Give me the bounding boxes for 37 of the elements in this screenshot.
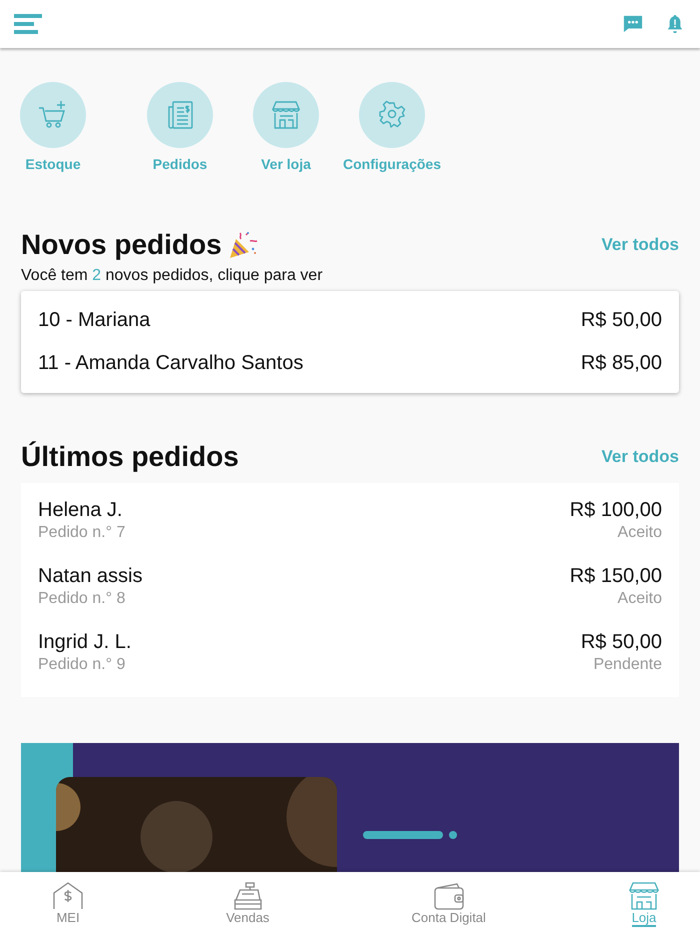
new-orders-message: Você tem 2 novos pedidos, clique para ver xyxy=(21,267,324,285)
menu-icon[interactable] xyxy=(14,14,42,34)
order-number: Pedido n.° 8 xyxy=(38,590,126,608)
nav-tab[interactable]: Loja xyxy=(628,872,660,934)
order-status: Pendente xyxy=(593,656,662,674)
chat-icon[interactable] xyxy=(622,14,644,34)
shortcut-label[interactable]: Configurações xyxy=(342,156,441,172)
order-number: Pedido n.° 7 xyxy=(38,524,126,542)
customer-name[interactable]: Ingrid J. L. xyxy=(38,631,132,654)
order-amount: R$ 150,00 xyxy=(570,565,662,588)
cash-register-icon xyxy=(232,882,264,910)
nav-tab[interactable]: Vendas xyxy=(226,872,270,934)
order-amount: R$ 50,00 xyxy=(580,309,662,332)
shortcut-label[interactable]: Estoque xyxy=(25,156,81,172)
see-all-link[interactable]: Ver todos xyxy=(602,235,679,255)
section-title: Últimos pedidos xyxy=(21,441,239,473)
section-title: Novos pedidos xyxy=(21,229,222,261)
nav-tab[interactable]: Conta Digital xyxy=(412,872,486,934)
shortcut-label[interactable]: Pedidos xyxy=(152,156,208,172)
order-number: Pedido n.° 9 xyxy=(38,656,126,674)
house-dollar-icon xyxy=(52,882,84,910)
nav-tab[interactable]: MEI xyxy=(52,872,84,934)
wallet-icon xyxy=(432,882,465,910)
order-amount: R$ 50,00 xyxy=(580,631,662,654)
order-amount: R$ 100,00 xyxy=(570,499,662,522)
bell-icon[interactable] xyxy=(666,14,684,34)
order-status: Aceito xyxy=(618,524,662,542)
store-icon xyxy=(270,99,302,131)
customer-name[interactable]: Helena J. xyxy=(38,499,126,522)
store-icon xyxy=(628,882,660,910)
see-all-link[interactable]: Ver todos xyxy=(602,447,679,467)
order-name[interactable]: 10 - Mariana xyxy=(38,309,150,332)
order-amount: R$ 85,00 xyxy=(580,352,662,375)
shortcut-label[interactable]: Ver loja xyxy=(261,156,311,172)
order-name[interactable]: 11 - Amanda Carvalho Santos xyxy=(38,352,304,375)
order-status: Aceito xyxy=(618,590,662,608)
customer-name[interactable]: Natan assis xyxy=(38,565,142,588)
